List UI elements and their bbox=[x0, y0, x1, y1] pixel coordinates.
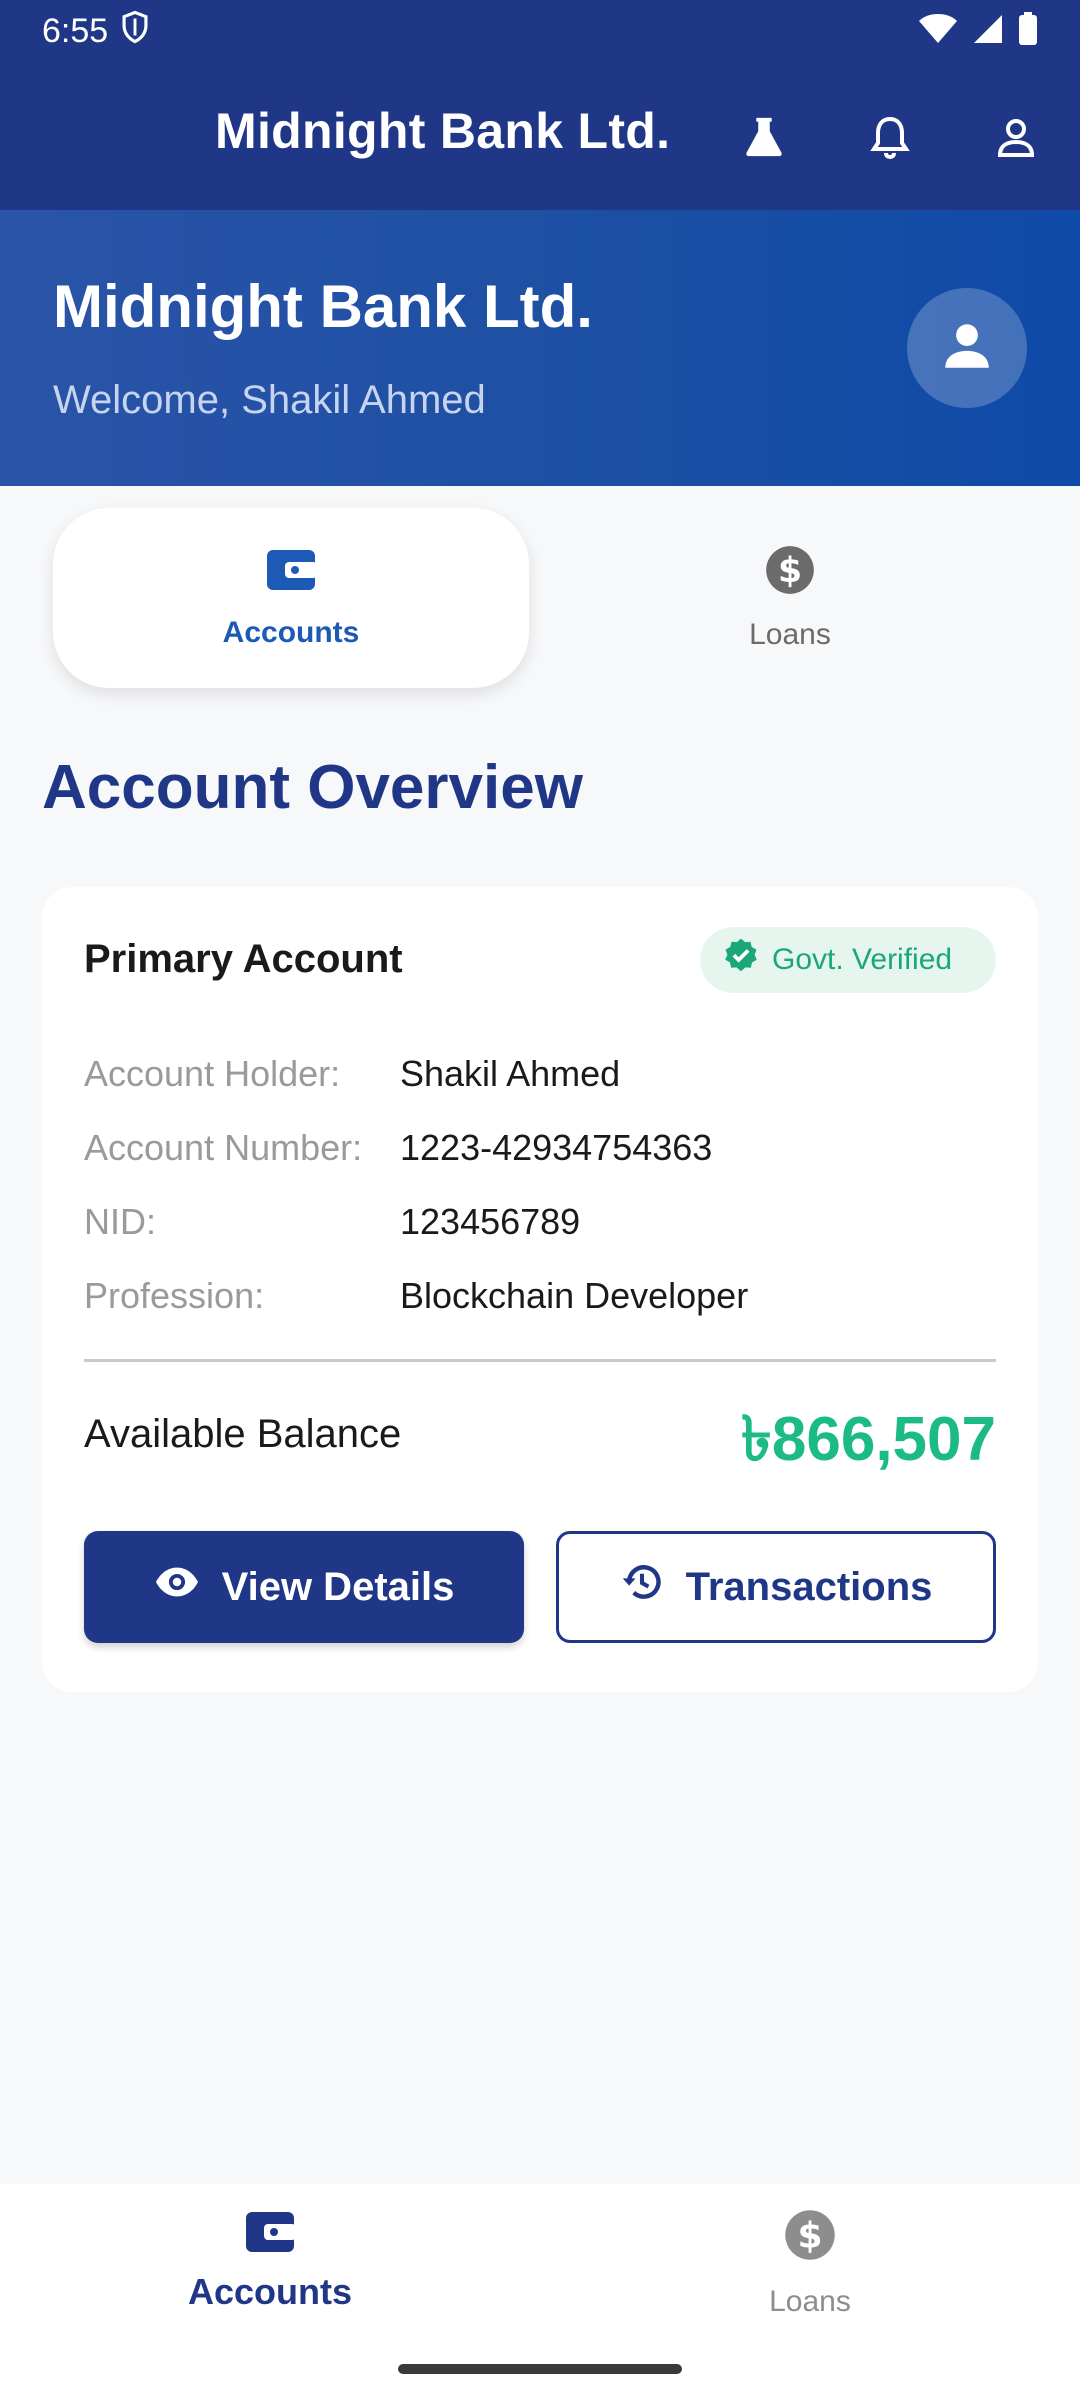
info-row-nid: NID: 123456789 bbox=[84, 1197, 996, 1247]
info-label: Account Number: bbox=[84, 1127, 363, 1168]
status-time: 6:55 bbox=[42, 11, 109, 50]
wifi-icon bbox=[918, 13, 958, 50]
verified-badge: Govt. Verified bbox=[700, 927, 996, 993]
segmented-tabs: Accounts $ Loans bbox=[0, 486, 1080, 706]
home-indicator[interactable] bbox=[398, 2364, 682, 2374]
tab-accounts-label: Accounts bbox=[222, 616, 360, 649]
dollar-circle-icon: $ bbox=[764, 544, 816, 604]
bell-icon[interactable] bbox=[860, 107, 920, 167]
info-row-profession: Profession: Blockchain Developer bbox=[84, 1271, 996, 1321]
account-card: Primary Account Govt. Verified Account H… bbox=[42, 887, 1038, 1692]
info-row-holder: Account Holder: Shakil Ahmed bbox=[84, 1049, 996, 1099]
status-bar: 6:55 bbox=[0, 0, 1080, 62]
signal-icon bbox=[972, 13, 1004, 50]
transactions-label: Transactions bbox=[685, 1564, 933, 1609]
flask-icon[interactable] bbox=[734, 107, 794, 167]
balance-value: ৳866,507 bbox=[741, 1405, 996, 1474]
avatar[interactable] bbox=[907, 288, 1027, 408]
eye-icon bbox=[154, 1559, 200, 1615]
app-title: Midnight Bank Ltd. bbox=[215, 103, 671, 159]
wallet-icon bbox=[244, 2208, 296, 2261]
nav-item-accounts[interactable]: Accounts bbox=[0, 2208, 540, 2328]
svg-text:$: $ bbox=[778, 551, 802, 591]
info-row-account-number: Account Number: 1223-42934754363 bbox=[84, 1123, 996, 1173]
info-value: Shakil Ahmed bbox=[400, 1053, 621, 1094]
view-details-button[interactable]: View Details bbox=[84, 1531, 524, 1643]
tab-loans-label: Loans bbox=[749, 618, 831, 651]
nav-loans-label: Loans bbox=[769, 2285, 851, 2318]
status-left: 6:55 bbox=[42, 10, 150, 53]
status-right bbox=[918, 11, 1038, 51]
view-details-label: View Details bbox=[221, 1564, 455, 1609]
info-value: Blockchain Developer bbox=[400, 1275, 749, 1316]
section-title: Account Overview bbox=[42, 753, 583, 822]
badge-label: Govt. Verified bbox=[772, 943, 953, 976]
info-label: Profession: bbox=[84, 1275, 265, 1316]
info-value: 123456789 bbox=[400, 1201, 581, 1242]
person-icon bbox=[938, 317, 996, 380]
welcome-text: Welcome, Shakil Ahmed bbox=[53, 378, 486, 422]
transactions-button[interactable]: Transactions bbox=[556, 1531, 996, 1643]
history-icon bbox=[620, 1560, 664, 1614]
welcome-banner: Midnight Bank Ltd. Welcome, Shakil Ahmed bbox=[0, 210, 1080, 486]
verified-check-icon bbox=[722, 937, 760, 983]
info-value: 1223-42934754363 bbox=[400, 1127, 713, 1168]
nav-accounts-label: Accounts bbox=[187, 2271, 353, 2312]
banner-title: Midnight Bank Ltd. bbox=[53, 273, 593, 340]
balance-label: Available Balance bbox=[84, 1412, 402, 1456]
wallet-icon bbox=[265, 546, 317, 602]
tab-accounts[interactable]: Accounts bbox=[53, 508, 529, 688]
svg-text:$: $ bbox=[797, 2215, 822, 2256]
nav-item-loans[interactable]: $ Loans bbox=[540, 2208, 1080, 2328]
tab-loans[interactable]: $ Loans bbox=[552, 508, 1028, 688]
profile-icon[interactable] bbox=[986, 107, 1046, 167]
battery-icon bbox=[1018, 11, 1038, 51]
dollar-circle-icon: $ bbox=[783, 2208, 837, 2267]
info-label: NID: bbox=[84, 1201, 156, 1242]
card-title: Primary Account bbox=[84, 937, 403, 981]
divider bbox=[84, 1359, 996, 1362]
info-label: Account Holder: bbox=[84, 1053, 341, 1094]
shield-status-icon bbox=[120, 10, 150, 53]
app-bar: Midnight Bank Ltd. bbox=[0, 62, 1080, 210]
